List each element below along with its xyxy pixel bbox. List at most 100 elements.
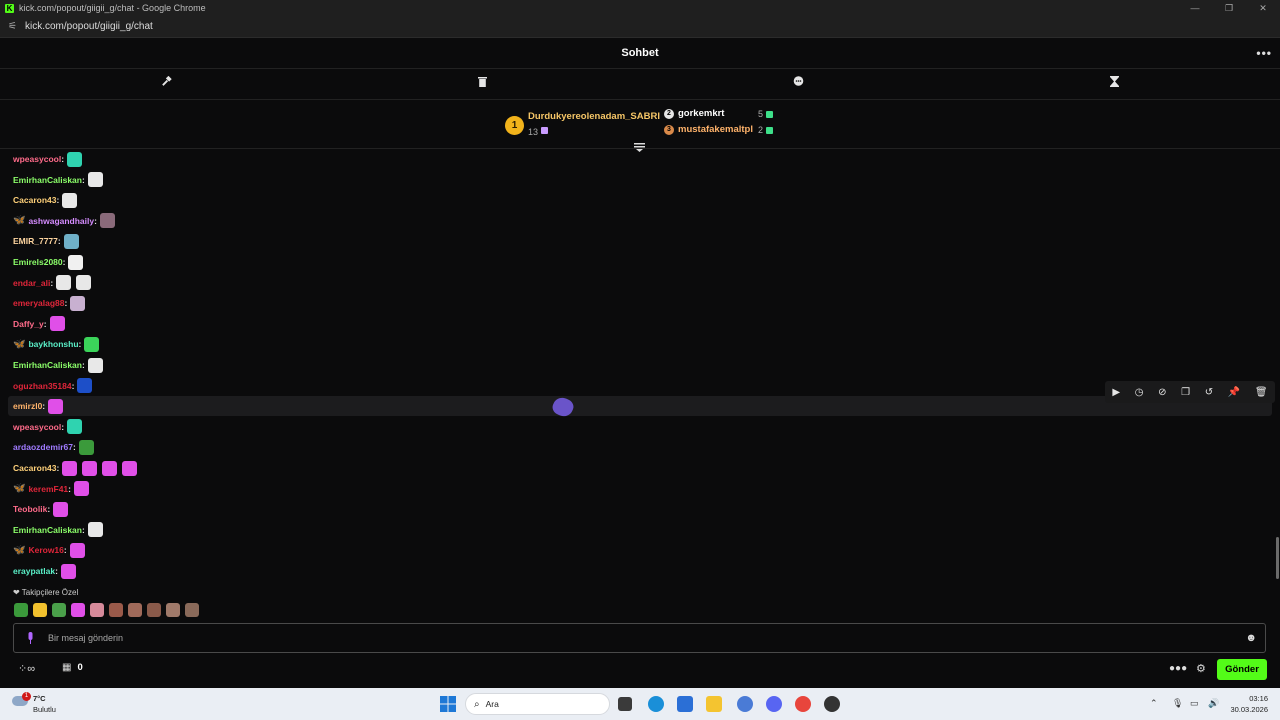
message-username[interactable]: keremF41: [28, 484, 68, 494]
chat-message[interactable]: 🦋 keremF41:: [8, 479, 1272, 499]
emote-icon[interactable]: [84, 336, 100, 352]
chat-message[interactable]: Cacaron43:: [8, 458, 1272, 478]
app-icon-2[interactable]: [824, 696, 840, 712]
leaderboard-third-name[interactable]: mustafakemaltpl: [678, 124, 753, 135]
delete-icon[interactable]: 🗑: [1255, 387, 1268, 398]
emote-icon[interactable]: [76, 275, 92, 291]
message-username[interactable]: Teobolik: [13, 504, 47, 514]
emote-icon[interactable]: [166, 603, 180, 617]
emote-icon[interactable]: [102, 460, 118, 476]
emote-icon[interactable]: [122, 460, 138, 476]
message-username[interactable]: eraypatlak: [13, 566, 55, 576]
leaderboard-second-name[interactable]: gorkemkrt: [678, 108, 724, 119]
chat-scrollbar[interactable]: [1276, 537, 1279, 579]
message-username[interactable]: emirzl0: [13, 401, 42, 411]
emote-icon[interactable]: [62, 460, 78, 476]
emote-icon[interactable]: [87, 357, 103, 373]
leaderboard-third[interactable]: 3 mustafakemaltpl 2: [664, 124, 774, 135]
emote-icon[interactable]: [56, 275, 72, 291]
microphone-icon[interactable]: [26, 632, 38, 644]
maximize-button[interactable]: ❐: [1212, 0, 1246, 16]
network-icon[interactable]: ▭: [1190, 698, 1199, 709]
microphone-tray-icon[interactable]: 🎙: [1172, 698, 1183, 709]
volume-icon[interactable]: 🔊: [1208, 698, 1219, 709]
message-input[interactable]: [48, 633, 1228, 643]
url-text[interactable]: kick.com/popout/giigii_g/chat: [25, 21, 153, 32]
message-username[interactable]: ashwagandhaily: [28, 216, 94, 226]
pin-icon[interactable]: 📌: [1228, 387, 1240, 398]
emote-icon[interactable]: [60, 563, 76, 579]
message-username[interactable]: Emirels2080: [13, 257, 63, 267]
emote-icon[interactable]: [109, 603, 123, 617]
chat-message[interactable]: Teobolik:: [8, 499, 1272, 519]
discord-icon[interactable]: [766, 696, 782, 712]
chat-message[interactable]: oguzhan35184:: [8, 376, 1272, 396]
more-options-icon[interactable]: •••: [1256, 46, 1272, 60]
emote-icon[interactable]: [77, 378, 93, 394]
chat-message[interactable]: 🦋 Kerow16:: [8, 540, 1272, 560]
message-username[interactable]: Kerow16: [28, 545, 63, 555]
message-username[interactable]: ardaozdemir67: [13, 442, 73, 452]
chat-message[interactable]: ardaozdemir67:: [8, 437, 1272, 457]
trash-icon[interactable]: [474, 76, 490, 90]
close-button[interactable]: ✕: [1246, 0, 1280, 16]
address-bar[interactable]: ⚟ kick.com/popout/giigii_g/chat: [0, 16, 1280, 38]
emote-icon[interactable]: [68, 254, 84, 270]
chat-message[interactable]: wpeasycool:: [8, 149, 1272, 169]
unban-icon[interactable]: ⊘: [1158, 387, 1166, 398]
emote-icon[interactable]: [87, 172, 103, 188]
copy-icon[interactable]: ❐: [1181, 387, 1190, 398]
emote-icon[interactable]: [128, 603, 142, 617]
leaderboard-first-name[interactable]: Durdukyereolenadam_SABRI: [528, 111, 660, 122]
emote-icon[interactable]: [82, 460, 98, 476]
emote-icon[interactable]: [52, 603, 66, 617]
emote-icon[interactable]: [14, 603, 28, 617]
emote-icon[interactable]: [49, 316, 65, 332]
play-icon[interactable]: ▶: [1112, 387, 1120, 398]
chrome-icon[interactable]: [795, 696, 811, 712]
infinity-points-icon[interactable]: ⁘∞: [18, 662, 35, 675]
message-username[interactable]: wpeasycool: [13, 154, 61, 164]
message-username[interactable]: oguzhan35184: [13, 381, 72, 391]
store-button[interactable]: ▦ 0: [62, 662, 83, 673]
emote-icon[interactable]: [71, 603, 85, 617]
leaderboard-first[interactable]: 1 Durdukyereolenadam_SABRI 13: [505, 111, 660, 140]
chat-message[interactable]: emeryalag88:: [8, 293, 1272, 313]
message-username[interactable]: EmirhanCaliskan: [13, 360, 82, 370]
emote-icon[interactable]: [99, 213, 115, 229]
chat-message[interactable]: endar_ali:: [8, 273, 1272, 293]
chat-message[interactable]: Emirels2080:: [8, 252, 1272, 272]
emoji-picker-icon[interactable]: ☻: [1245, 632, 1257, 644]
hammer-icon[interactable]: [158, 75, 174, 90]
site-info-icon[interactable]: ⚟: [8, 21, 17, 32]
task-view-icon[interactable]: [618, 697, 632, 711]
message-username[interactable]: Daffy_y: [13, 319, 44, 329]
message-username[interactable]: EmirhanCaliskan: [13, 175, 82, 185]
emote-icon[interactable]: [33, 603, 47, 617]
emote-icon[interactable]: [48, 398, 64, 414]
emote-icon[interactable]: [87, 522, 103, 538]
emote-icon[interactable]: [67, 419, 83, 435]
chat-bubble-icon[interactable]: [790, 76, 806, 90]
chat-settings-bubble-icon[interactable]: ●●●: [1169, 663, 1187, 674]
app-icon[interactable]: [737, 696, 753, 712]
chat-message[interactable]: 🦋 ashwagandhaily:: [8, 211, 1272, 231]
emote-icon[interactable]: [69, 542, 85, 558]
message-username[interactable]: endar_ali: [13, 278, 50, 288]
chat-message[interactable]: wpeasycool:: [8, 417, 1272, 437]
emote-icon[interactable]: [62, 192, 78, 208]
chevron-up-icon[interactable]: ⌃: [1150, 698, 1158, 709]
message-username[interactable]: EmirhanCaliskan: [13, 525, 82, 535]
emote-icon[interactable]: [53, 501, 69, 517]
emote-icon[interactable]: [90, 603, 104, 617]
emote-icon[interactable]: [185, 603, 199, 617]
store-app-icon[interactable]: [677, 696, 693, 712]
clock-icon[interactable]: ◷: [1135, 387, 1144, 398]
chat-message[interactable]: Cacaron43:: [8, 190, 1272, 210]
file-explorer-icon[interactable]: [706, 696, 722, 712]
emote-icon[interactable]: [147, 603, 161, 617]
message-username[interactable]: Cacaron43: [13, 195, 56, 205]
edge-icon[interactable]: [648, 696, 664, 712]
emote-icon[interactable]: [67, 151, 83, 167]
message-username[interactable]: emeryalag88: [13, 298, 65, 308]
